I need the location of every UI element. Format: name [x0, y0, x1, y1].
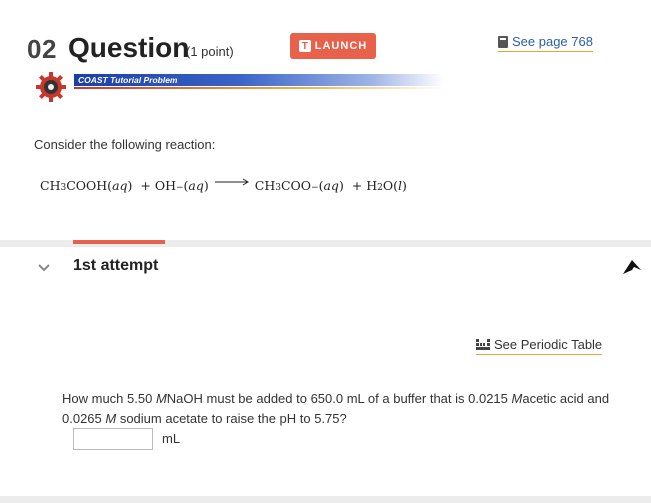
launch-button[interactable]: T LAUNCH — [290, 33, 376, 59]
flag-icon[interactable] — [620, 256, 644, 276]
periodic-table-icon — [476, 339, 490, 350]
attempt-title: 1st attempt — [73, 257, 159, 274]
gear-icon — [36, 72, 66, 102]
question-heading: Question — [68, 32, 190, 63]
coast-label: COAST Tutorial Problem — [78, 75, 178, 85]
book-icon — [498, 35, 508, 48]
answer-input[interactable] — [73, 428, 153, 450]
attempt-tab-indicator — [73, 240, 165, 244]
question-points: (1 point) — [186, 44, 234, 59]
coast-banner: COAST Tutorial Problem — [34, 70, 444, 102]
chevron-down-icon[interactable] — [37, 260, 51, 274]
attempt-panel — [0, 247, 651, 496]
question-number: 02 — [27, 34, 57, 64]
question-text: How much 5.50 MNaOH must be added to 650… — [62, 391, 610, 426]
reaction-arrow-icon — [214, 178, 249, 186]
see-periodic-table-link[interactable]: See Periodic Table — [476, 337, 603, 355]
chemical-equation: CH 3 COOH(aq) + OH −(aq) CH 3 COO −(aq) + H 2 O(… — [40, 178, 407, 193]
launch-label: LAUNCH — [314, 40, 368, 52]
problem-intro: Consider the following reaction: — [34, 137, 216, 152]
see-page-label: See page 768 — [512, 34, 593, 49]
see-periodic-table-label: See Periodic Table — [494, 337, 603, 352]
see-page-link[interactable]: See page 768 — [498, 34, 593, 52]
answer-unit: mL — [162, 431, 181, 446]
t-icon: T — [298, 40, 311, 52]
